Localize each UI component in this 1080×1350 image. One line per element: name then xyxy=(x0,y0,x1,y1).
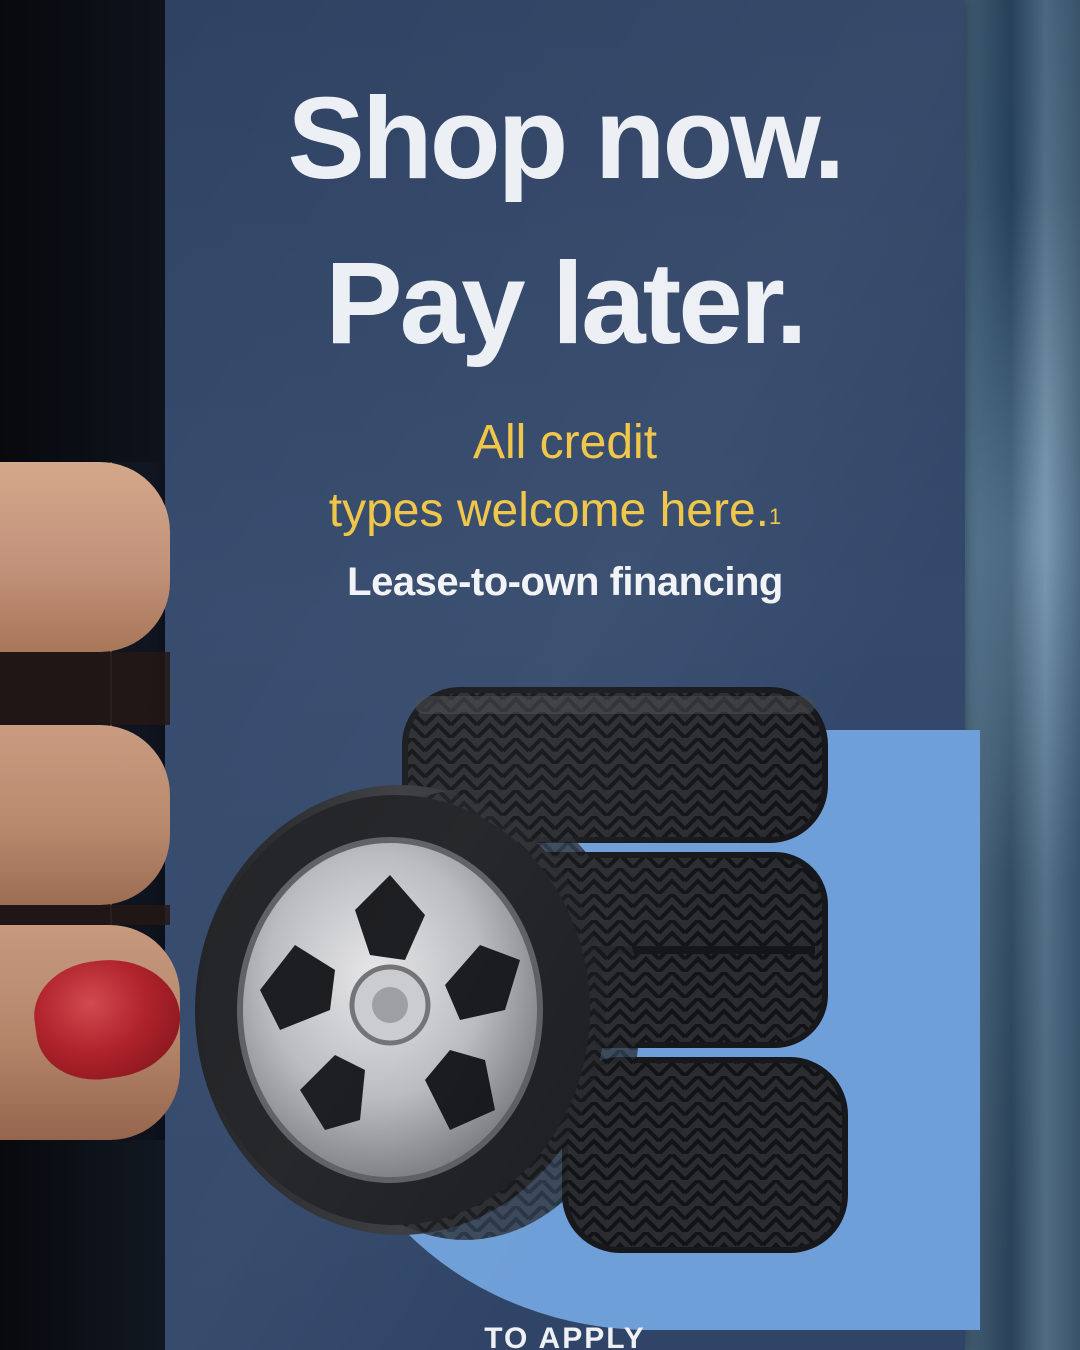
tires-illustration xyxy=(195,687,848,1253)
finger-gap xyxy=(0,905,170,925)
footnote-marker: 1 xyxy=(768,504,782,529)
front-wheel xyxy=(195,785,640,1240)
photo-scene: Shop now. Pay later. All credit types we… xyxy=(0,0,1080,1350)
subhead-line-2-text: types welcome here. xyxy=(328,484,769,537)
tagline: Lease-to-own financing xyxy=(347,560,783,604)
headline-line-1: Shop now. xyxy=(287,73,845,203)
subhead-line-1: All credit xyxy=(472,416,658,469)
subhead-line-2: types welcome here.1 xyxy=(155,478,955,544)
sleeve-reflection xyxy=(965,0,1080,1350)
finger-middle xyxy=(0,725,170,905)
apply-heading: TO APPLY xyxy=(484,1322,646,1350)
finger-index xyxy=(0,462,170,652)
finger-gap xyxy=(0,652,170,725)
headline-line-2: Pay later. xyxy=(325,238,807,368)
dark-background-left xyxy=(0,0,165,462)
dark-background-left-bottom xyxy=(0,1140,165,1350)
